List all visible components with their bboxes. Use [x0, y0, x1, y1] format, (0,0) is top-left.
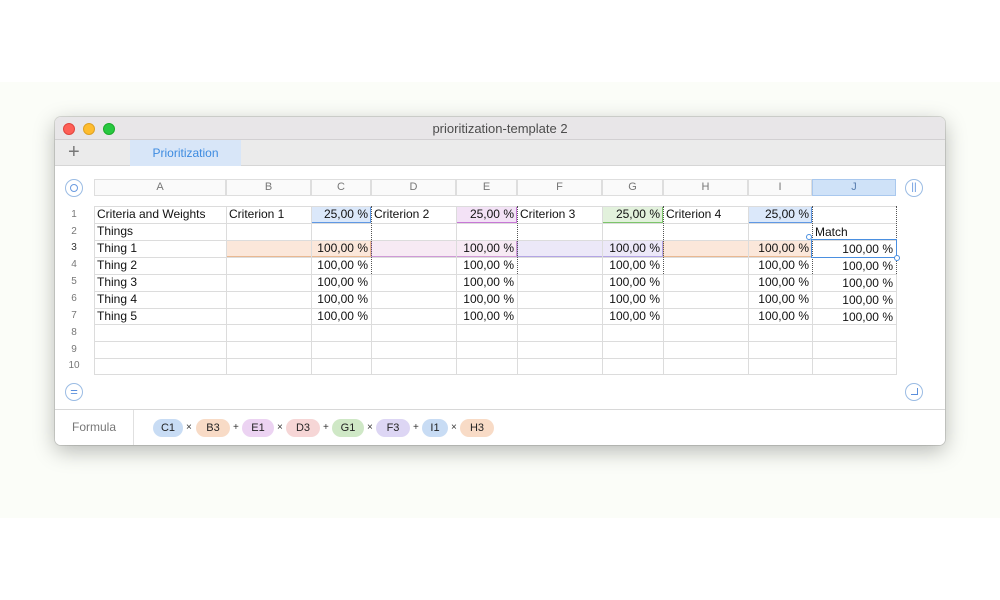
formula-token-c1[interactable]: C1 [153, 419, 183, 437]
cell-e6[interactable]: 100,00 % [371, 291, 517, 308]
cell-i1[interactable]: 25,00 % [748, 206, 812, 223]
title-bar: prioritization-template 2 [55, 117, 945, 140]
column-header-a[interactable]: A [94, 179, 226, 196]
row-header-3[interactable]: 3 [65, 242, 83, 253]
cell-c5[interactable]: 100,00 % [226, 274, 371, 291]
formula-operator: × [451, 422, 457, 433]
cell-i5[interactable]: 100,00 % [663, 274, 812, 291]
cell-i4[interactable]: 100,00 % [663, 257, 812, 274]
column-header-h[interactable]: H [663, 179, 748, 196]
cell-d1[interactable]: Criterion 2 [371, 206, 456, 223]
column-header-e[interactable]: E [456, 179, 517, 196]
cell-f1[interactable]: Criterion 3 [517, 206, 602, 223]
column-header-f[interactable]: F [517, 179, 602, 196]
cell-i6[interactable]: 100,00 % [663, 291, 812, 308]
formula-operator: + [323, 422, 329, 433]
cell-a7[interactable]: Thing 5 [94, 308, 226, 325]
column-header-d[interactable]: D [371, 179, 456, 196]
cell-j7[interactable]: 100,00 % [812, 309, 896, 326]
row-header-7[interactable]: 7 [65, 310, 83, 321]
cell-g3[interactable]: 100,00 % [517, 240, 663, 257]
circle-icon [70, 184, 78, 192]
formula-label: Formula [55, 410, 134, 445]
cell-e5[interactable]: 100,00 % [371, 274, 517, 291]
cell-a5[interactable]: Thing 3 [94, 274, 226, 291]
grid-line [94, 358, 897, 359]
corner-icon [911, 388, 918, 395]
select-table-button[interactable] [65, 179, 83, 197]
row-header-1[interactable]: 1 [65, 209, 83, 220]
row-header-6[interactable]: 6 [65, 293, 83, 304]
window-title: prioritization-template 2 [432, 121, 568, 136]
formula-operator: × [367, 422, 373, 433]
grid-line [94, 341, 897, 342]
cell-g4[interactable]: 100,00 % [517, 257, 663, 274]
tab-prioritization[interactable]: Prioritization [130, 140, 241, 166]
spreadsheet-window: prioritization-template 2 + Prioritizati… [55, 117, 945, 445]
column-header-j[interactable]: J [812, 179, 896, 196]
cell-e7[interactable]: 100,00 % [371, 308, 517, 325]
row-header-9[interactable]: 9 [65, 344, 83, 355]
sheet-tab-bar: + Prioritization [55, 140, 945, 166]
cell-a3[interactable]: Thing 1 [94, 240, 226, 257]
formula-token-d3[interactable]: D3 [286, 419, 320, 437]
formula-token-f3[interactable]: F3 [376, 419, 410, 437]
cell-selection [811, 239, 897, 258]
row-handle-button[interactable]: = [65, 383, 83, 401]
column-handle-button[interactable]: || [905, 179, 923, 197]
cell-i3[interactable]: 100,00 % [663, 240, 812, 257]
cell-b1[interactable]: Criterion 1 [226, 206, 311, 223]
row-header-2[interactable]: 2 [65, 226, 83, 237]
cell-c3[interactable]: 100,00 % [226, 240, 371, 257]
formula-operator: × [186, 422, 192, 433]
grid-line [896, 274, 897, 374]
column-header-g[interactable]: G [602, 179, 663, 196]
formula-token-g1[interactable]: G1 [332, 419, 364, 437]
screenshot-stage: prioritization-template 2 + Prioritizati… [0, 0, 1000, 600]
cell-g1[interactable]: 25,00 % [602, 206, 663, 223]
cell-j4[interactable]: 100,00 % [812, 258, 896, 275]
add-sheet-button[interactable]: + [68, 141, 80, 163]
formula-operator: + [233, 422, 239, 433]
formula-token-e1[interactable]: E1 [242, 419, 274, 437]
row-header-4[interactable]: 4 [65, 259, 83, 270]
formula-token-i1[interactable]: I1 [422, 419, 448, 437]
formula-bar: Formula C1 × B3 + E1 × D3 + G1 × F3 + I1… [55, 409, 945, 445]
grid-line [94, 374, 897, 375]
cell-g6[interactable]: 100,00 % [517, 291, 663, 308]
cell-a4[interactable]: Thing 2 [94, 257, 226, 274]
column-header-b[interactable]: B [226, 179, 311, 196]
cell-c6[interactable]: 100,00 % [226, 291, 371, 308]
selection-handle-bottom-right[interactable] [894, 255, 900, 261]
cell-c4[interactable]: 100,00 % [226, 257, 371, 274]
row-header-8[interactable]: 8 [65, 327, 83, 338]
cell-e3[interactable]: 100,00 % [371, 240, 517, 257]
formula-token-b3[interactable]: B3 [196, 419, 230, 437]
cell-h1[interactable]: Criterion 4 [663, 206, 748, 223]
cell-j5[interactable]: 100,00 % [812, 275, 896, 292]
resize-table-button[interactable] [905, 383, 923, 401]
cell-c1[interactable]: 25,00 % [311, 206, 371, 223]
cell-j6[interactable]: 100,00 % [812, 292, 896, 309]
cell-a1[interactable]: Criteria and Weights [94, 206, 226, 223]
cell-g5[interactable]: 100,00 % [517, 274, 663, 291]
formula-operator: + [413, 422, 419, 433]
cell-a2[interactable]: Things [94, 223, 226, 240]
row-header-5[interactable]: 5 [65, 276, 83, 287]
cell-g7[interactable]: 100,00 % [517, 308, 663, 325]
row-header-10[interactable]: 10 [65, 360, 83, 371]
cell-i7[interactable]: 100,00 % [663, 308, 812, 325]
cell-e4[interactable]: 100,00 % [371, 257, 517, 274]
cell-a6[interactable]: Thing 4 [94, 291, 226, 308]
column-header-i[interactable]: I [748, 179, 812, 196]
formula-token-h3[interactable]: H3 [460, 419, 494, 437]
cell-e1[interactable]: 25,00 % [456, 206, 517, 223]
selection-handle-top-left[interactable] [806, 234, 812, 240]
cell-c7[interactable]: 100,00 % [226, 308, 371, 325]
column-header-c[interactable]: C [311, 179, 371, 196]
formula-operator: × [277, 422, 283, 433]
